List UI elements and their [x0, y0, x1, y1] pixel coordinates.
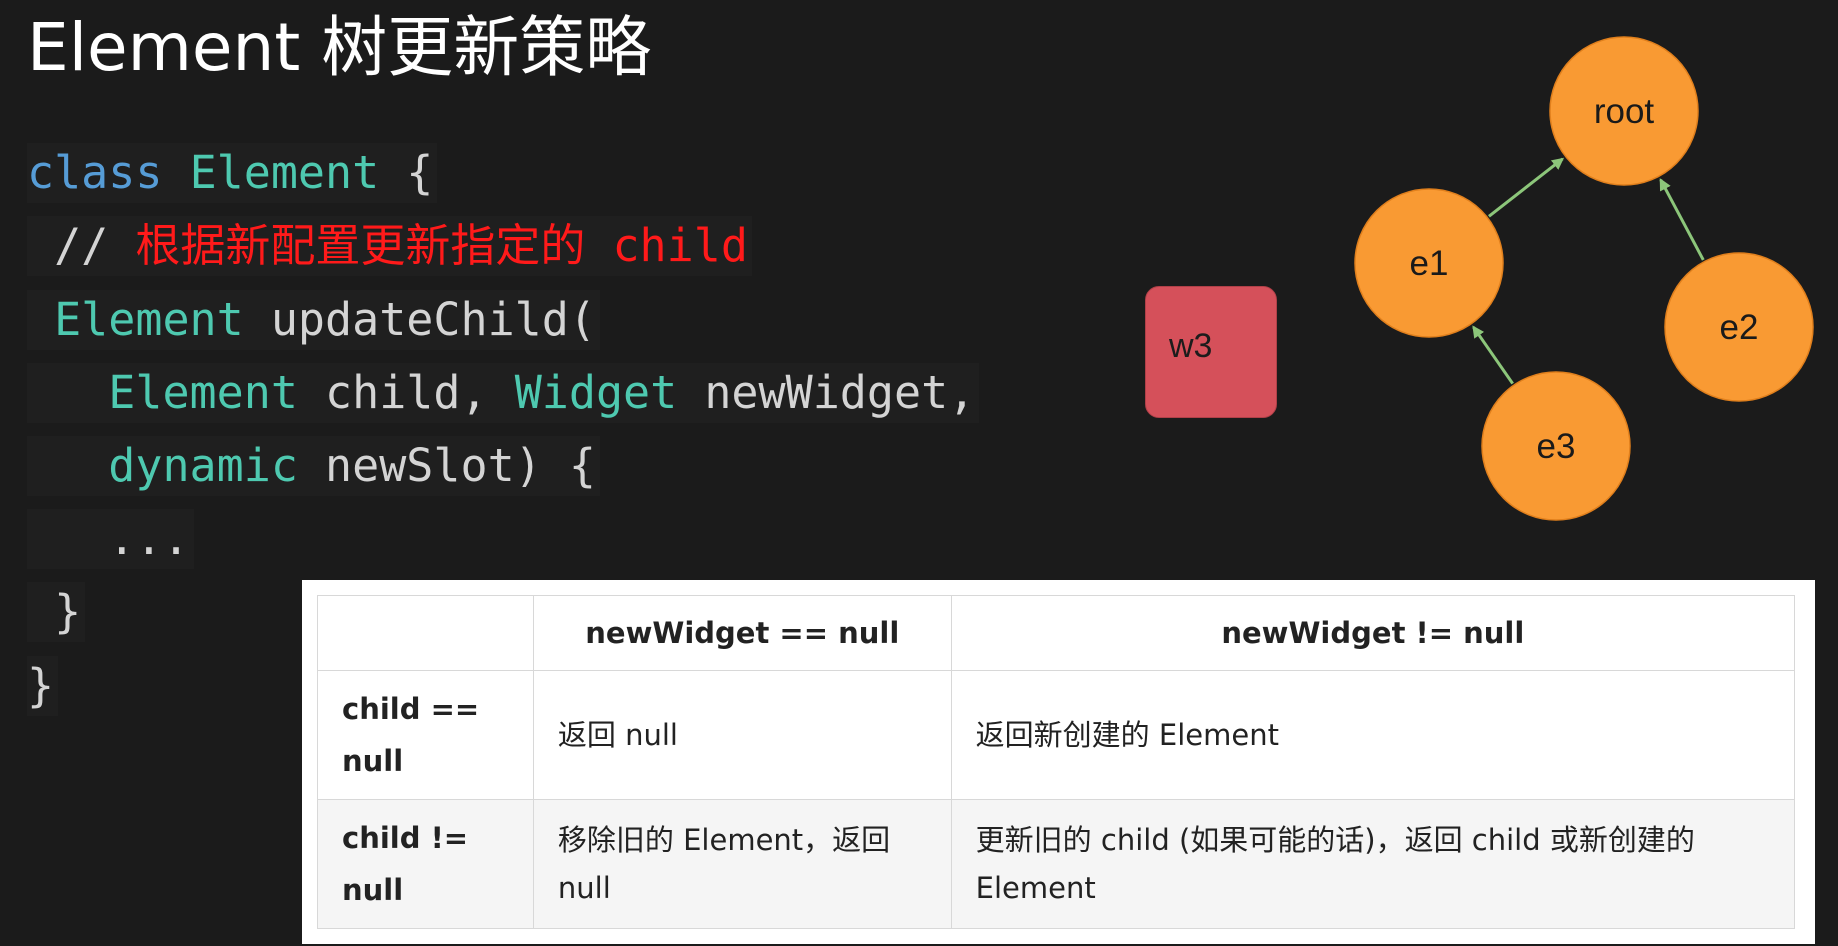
code-comment-prefix: // — [27, 219, 136, 272]
node-label: root — [1594, 92, 1655, 131]
code-type: Element — [108, 366, 298, 419]
node-label: e3 — [1537, 427, 1576, 466]
node-circle — [1664, 252, 1814, 402]
node-e1: e1 — [1354, 188, 1504, 338]
node-label: e1 — [1410, 244, 1449, 283]
table-cell: 更新旧的 child (如果可能的话)，返回 child 或新创建的 Eleme… — [950, 799, 1796, 929]
table-row: child != null 移除旧的 Element，返回 null 更新旧的 … — [317, 799, 1796, 929]
code-type: Widget — [514, 366, 678, 419]
node-e2: e2 — [1664, 252, 1814, 402]
update-strategy-table-panel: newWidget == null newWidget != null chil… — [302, 580, 1815, 944]
code-type: Element — [189, 146, 380, 199]
code-line-4: Element child, Widget newWidget, — [27, 363, 980, 423]
slide-title: Element 树更新策略 — [27, 9, 652, 86]
code-type: Element — [54, 293, 244, 346]
node-e3: e3 — [1481, 371, 1631, 521]
code-line-8: } — [27, 656, 59, 716]
code-line-7: } — [27, 582, 86, 642]
table-header-corner — [317, 595, 534, 671]
table-cell: 返回新创建的 Element — [950, 670, 1796, 800]
table-cell: 移除旧的 Element，返回 null — [532, 799, 952, 929]
code-text: newWidget, — [677, 366, 976, 419]
node-circle — [1481, 371, 1631, 521]
code-line-5: dynamic newSlot) { — [27, 436, 600, 496]
table-header-row: newWidget == null newWidget != null — [317, 595, 1796, 671]
row-header-child-not-null: child != null — [317, 799, 534, 929]
widget-box-label: w3 — [1169, 327, 1213, 365]
edge-e3-to-e1 — [1472, 325, 1514, 385]
update-strategy-table: newWidget == null newWidget != null chil… — [317, 595, 1796, 929]
edge-e2-to-root — [1659, 178, 1705, 261]
table-row: child == null 返回 null 返回新创建的 Element — [317, 670, 1796, 800]
code-brace: } — [27, 659, 55, 712]
table-header-new-widget-not-null: newWidget != null — [950, 595, 1796, 671]
code-text: updateChild( — [243, 293, 596, 346]
code-text: newSlot) { — [297, 439, 596, 492]
row-header-child-null: child == null — [317, 670, 534, 800]
code-line-3: Element updateChild( — [27, 290, 600, 350]
code-line-1: class Element { — [27, 143, 438, 203]
node-circle — [1549, 36, 1699, 186]
code-brace: } — [54, 585, 82, 638]
table-header-new-widget-null: newWidget == null — [532, 595, 952, 671]
code-ellipsis: ... — [108, 512, 190, 565]
graph-edges — [1472, 157, 1705, 385]
table-cell: 返回 null — [532, 670, 952, 800]
node-label: e2 — [1720, 308, 1759, 347]
code-line-2: // 根据新配置更新指定的 child — [27, 216, 752, 276]
graph-nodes: root e1 e2 e3 — [1354, 36, 1814, 521]
code-text: child, — [297, 366, 515, 419]
edge-e1-to-root — [1488, 157, 1565, 218]
node-circle — [1354, 188, 1504, 338]
code-line-6: ... — [27, 509, 194, 569]
code-keyword: class — [27, 146, 163, 199]
code-type: dynamic — [108, 439, 298, 492]
code-comment-text: 根据新配置更新指定的 child — [135, 219, 748, 272]
code-text: { — [379, 146, 434, 199]
widget-box-w3: w3 — [1145, 286, 1277, 418]
node-root: root — [1549, 36, 1699, 186]
